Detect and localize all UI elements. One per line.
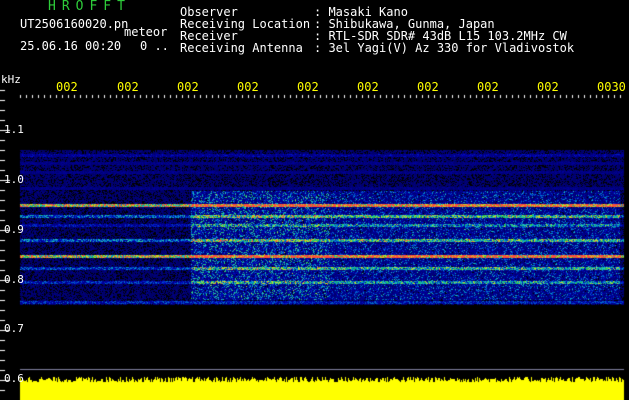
time-label: 002 <box>297 80 319 94</box>
time-label: 0030 <box>597 80 626 94</box>
time-label: 002 <box>537 80 559 94</box>
time-label: 002 <box>177 80 199 94</box>
antenna-label: Receiving Antenna <box>180 41 303 55</box>
mode-label: meteor <box>124 25 168 39</box>
freq-label: 1.0 <box>4 173 24 186</box>
freq-label: 1.1 <box>4 123 24 136</box>
time-label: 002 <box>417 80 439 94</box>
antenna-value: : 3el Yagi(V) Az 330 for Vladivostok <box>314 41 575 55</box>
freq-unit: kHz <box>1 73 21 86</box>
time-label: 002 <box>117 80 139 94</box>
time-label: 002 <box>357 80 379 94</box>
freq-label: 0.7 <box>4 322 24 335</box>
spectrogram-canvas <box>0 0 629 400</box>
freq-label: 0.6 <box>4 372 24 385</box>
datetime: 25.06.16 00:20 <box>20 39 122 53</box>
time-label: 002 <box>477 80 499 94</box>
time-label: 002 <box>56 80 78 94</box>
time-label: 002 <box>237 80 259 94</box>
filename: UT2506160020.pn <box>20 17 129 31</box>
freq-label: 0.9 <box>4 223 24 236</box>
freq-label: 0.8 <box>4 273 24 286</box>
count-label: 0 .. <box>140 39 169 53</box>
brand-title: HROFFT <box>48 0 131 14</box>
